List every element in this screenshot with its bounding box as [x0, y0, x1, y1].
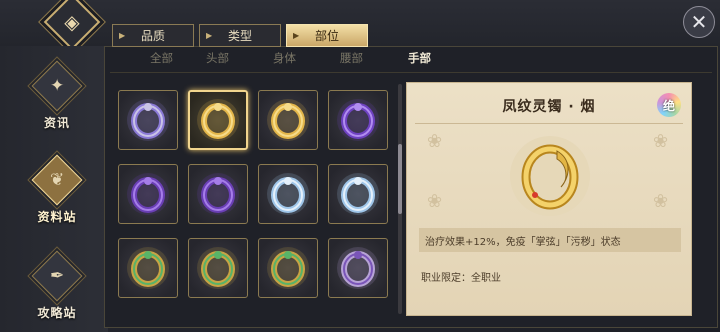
nav-label: 资料站	[37, 210, 77, 224]
sub-tab-waist[interactable]: 腰部	[340, 50, 408, 66]
item-name: 凤纹灵镯 · 烟	[502, 99, 596, 115]
cloud-pattern-icon: ❀	[427, 131, 443, 152]
nav-item-guides[interactable]: ✒ 攻略站	[22, 250, 92, 321]
divider	[110, 72, 712, 73]
sub-tab-all[interactable]: 全部	[150, 50, 206, 66]
cloud-pattern-icon: ❀	[653, 191, 669, 212]
item-slot[interactable]	[118, 238, 178, 298]
sub-tab-hand[interactable]: 手部	[408, 50, 464, 66]
tab-slot[interactable]: ▶ 部位	[286, 24, 368, 47]
purple-jeweled-ring-icon	[337, 99, 379, 141]
class-requirement: 职业限定：全职业	[421, 273, 501, 284]
item-slot[interactable]	[188, 90, 248, 150]
chevron-right-icon: ▶	[293, 31, 300, 40]
scroll-icon: ❦	[31, 154, 83, 206]
gold-green-gem-bangle-icon	[267, 247, 309, 289]
silver-purple-bangle-icon	[127, 99, 169, 141]
sub-category-bar: 全部 头部 身体 腰部 手部	[150, 50, 464, 66]
item-slot[interactable]	[328, 238, 388, 298]
silver-blue-bangle-icon	[267, 173, 309, 215]
gold-green-gem-bangle-icon	[127, 247, 169, 289]
item-slot[interactable]	[258, 238, 318, 298]
nav-item-news[interactable]: ✦ 资讯	[22, 60, 92, 131]
item-description: 治疗效果+12%，免疫「掌弦」「污秽」状态	[419, 228, 681, 252]
scrollbar-thumb[interactable]	[398, 144, 402, 214]
rarity-badge: 绝	[657, 93, 681, 117]
gold-phoenix-bangle-icon	[267, 99, 309, 141]
filter-tabs: ▶ 品质 ▶ 类型 ▶ 部位	[112, 24, 368, 47]
close-button[interactable]: ✕	[683, 6, 715, 38]
close-icon: ✕	[690, 10, 708, 34]
silver-blue-bangle-icon	[337, 173, 379, 215]
item-slot[interactable]	[328, 164, 388, 224]
cloud-pattern-icon: ❀	[653, 131, 669, 152]
silver-purple-ring-icon	[337, 247, 379, 289]
quill-icon: ✒	[31, 250, 83, 302]
sub-tab-head[interactable]: 头部	[206, 50, 273, 66]
chevron-right-icon: ▶	[119, 31, 126, 40]
tab-type[interactable]: ▶ 类型	[199, 24, 281, 47]
gold-phoenix-bangle-icon	[197, 99, 239, 141]
logo-icon: ◈	[64, 10, 80, 34]
horn-icon: ✦	[31, 60, 83, 112]
gold-phoenix-bangle-icon	[510, 136, 590, 216]
chevron-right-icon: ▶	[206, 31, 213, 40]
item-slot[interactable]	[118, 164, 178, 224]
item-slot[interactable]	[118, 90, 178, 150]
tab-quality[interactable]: ▶ 品质	[112, 24, 194, 47]
item-slot[interactable]	[258, 90, 318, 150]
item-detail-card: 凤纹灵镯 · 烟 绝 ❀ ❀ ❀ ❀ 治疗效果+12%，免疫「掌弦」「污秽」状态…	[406, 82, 692, 316]
gold-green-gem-bangle-icon	[197, 247, 239, 289]
item-slot[interactable]	[188, 164, 248, 224]
sub-tab-body[interactable]: 身体	[273, 50, 340, 66]
nav-label: 攻略站	[37, 306, 77, 320]
nav-item-database[interactable]: ❦ 资料站	[22, 154, 92, 225]
item-slot[interactable]	[328, 90, 388, 150]
item-slot[interactable]	[258, 164, 318, 224]
nav-label: 资讯	[43, 116, 70, 130]
cloud-pattern-icon: ❀	[427, 191, 443, 212]
divider	[415, 123, 683, 124]
item-grid	[118, 90, 390, 298]
grid-scrollbar[interactable]	[398, 84, 402, 314]
item-slot[interactable]	[188, 238, 248, 298]
purple-gem-ring-icon	[197, 173, 239, 215]
purple-gem-ring-icon	[127, 173, 169, 215]
